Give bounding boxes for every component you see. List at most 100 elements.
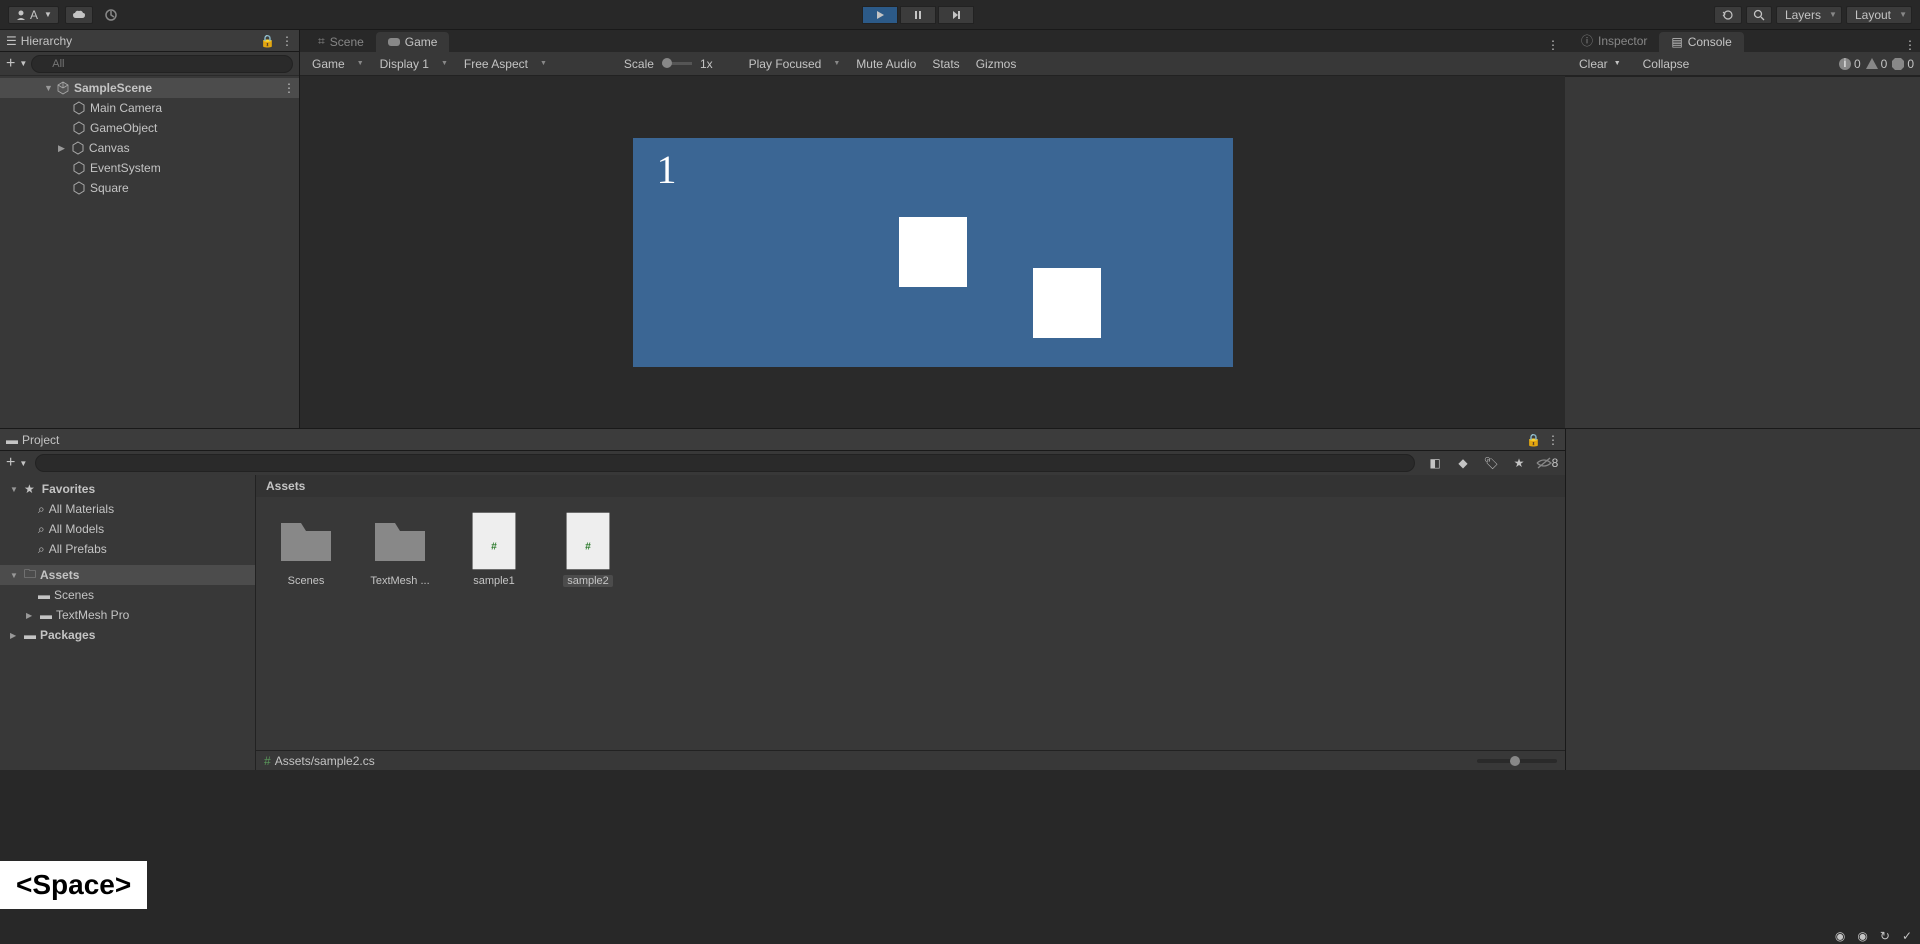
error-count[interactable]: 0 <box>1891 57 1914 71</box>
svg-text:i: i <box>1844 57 1847 70</box>
scale-label: Scale <box>616 55 662 73</box>
tab-inspector[interactable]: ⓘ Inspector <box>1569 29 1659 52</box>
aspect-dropdown[interactable]: Free Aspect <box>456 55 616 73</box>
search-by-type-icon[interactable]: ◧ <box>1423 454 1447 472</box>
step-button[interactable] <box>938 6 974 24</box>
status-icon-2[interactable]: ◉ <box>1857 929 1867 943</box>
right-panel-menu-icon[interactable]: ⋮ <box>1904 38 1916 52</box>
status-bar: ◉ ◉ ↻ ✓ <box>0 928 1920 944</box>
add-dropdown-icon[interactable]: ▼ <box>19 59 27 68</box>
main-toolbar: A ▼ Layers Layout <box>0 0 1920 30</box>
add-button[interactable]: + <box>6 55 15 73</box>
fav-all-prefabs[interactable]: ⌕All Prefabs <box>0 539 255 559</box>
undo-history-button[interactable] <box>1714 6 1742 24</box>
game-square-2 <box>1033 268 1101 338</box>
status-icon-3[interactable]: ↻ <box>1880 929 1890 943</box>
asset-sample2[interactable]: # sample2 <box>558 511 618 587</box>
project-search-input[interactable] <box>35 454 1415 472</box>
pause-button[interactable] <box>900 6 936 24</box>
scale-slider[interactable] <box>662 62 692 65</box>
hierarchy-item-main-camera[interactable]: Main Camera <box>0 98 299 118</box>
status-icon-1[interactable]: ◉ <box>1835 929 1845 943</box>
warning-count[interactable]: 0 <box>1865 57 1888 71</box>
project-lock-icon[interactable]: 🔒 <box>1526 433 1541 447</box>
script-icon: # <box>558 511 618 571</box>
project-add-button[interactable]: + <box>6 454 15 472</box>
favorite-icon[interactable]: ★ <box>1507 454 1531 472</box>
asset-sample1[interactable]: # sample1 <box>464 511 524 587</box>
project-add-dropdown-icon[interactable]: ▼ <box>19 459 27 468</box>
console-output[interactable] <box>1565 76 1920 428</box>
layers-dropdown[interactable]: Layers <box>1776 6 1842 24</box>
folder-icon: 🗀 <box>24 565 36 586</box>
favorites-folder[interactable]: ▼★Favorites <box>0 479 255 499</box>
display-dropdown[interactable]: Display 1 <box>372 55 456 73</box>
fav-all-materials[interactable]: ⌕All Materials <box>0 499 255 519</box>
right-lower-panel <box>1565 429 1920 770</box>
account-button[interactable]: A ▼ <box>8 6 59 24</box>
play-focused-dropdown[interactable]: Play Focused <box>741 55 849 73</box>
right-panel: ⓘ Inspector ▤ Console ⋮ Clear▼ Collapse … <box>1565 30 1920 428</box>
scenes-folder[interactable]: ▬Scenes <box>0 585 255 605</box>
tab-scene[interactable]: ⌗ Scene <box>306 31 376 52</box>
assets-folder[interactable]: ▼🗀Assets <box>0 565 255 585</box>
breadcrumb[interactable]: Assets <box>256 475 1565 497</box>
unity-icon <box>56 81 70 95</box>
search-by-label-icon[interactable]: ◆ <box>1451 454 1475 472</box>
search-tag-icon[interactable]: 🏷 <box>1479 454 1503 472</box>
textmeshpro-folder[interactable]: ▶▬TextMesh Pro <box>0 605 255 625</box>
svg-text:#: # <box>491 542 497 553</box>
project-panel: ▬ Project 🔒 ⋮ + ▼ ⌕ ◧ ◆ 🏷 ★ 8 ▼★Favorite… <box>0 429 1565 770</box>
scene-menu-icon[interactable]: ⋮ <box>1547 38 1559 52</box>
scale-value: 1x <box>692 55 721 73</box>
game-view[interactable]: 1 <box>300 76 1565 428</box>
project-tree: ▼★Favorites ⌕All Materials ⌕All Models ⌕… <box>0 475 256 770</box>
project-footer: # Assets/sample2.cs <box>256 750 1565 770</box>
search-button[interactable] <box>1746 6 1772 24</box>
scene-panel: ⌗ Scene Game ⋮ Game Display 1 Free Aspec… <box>300 30 1565 428</box>
project-menu-icon[interactable]: ⋮ <box>1547 433 1559 447</box>
game-counter-text: 1 <box>657 146 677 193</box>
project-title: Project <box>22 433 59 447</box>
hierarchy-menu-icon[interactable]: ⋮ <box>281 34 293 48</box>
script-small-icon: # <box>264 754 271 768</box>
collapse-toggle[interactable]: Collapse <box>1635 55 1698 73</box>
folder-icon: ▬ <box>40 608 52 622</box>
folder-icon: ▬ <box>38 588 50 602</box>
asset-grid: Scenes TextMesh ... # sample1 # sample2 <box>256 497 1565 750</box>
fav-all-models[interactable]: ⌕All Models <box>0 519 255 539</box>
hidden-packages-icon[interactable]: 8 <box>1535 454 1559 472</box>
hierarchy-scene-root[interactable]: ▼ SampleScene ⋮ <box>0 78 299 98</box>
hierarchy-panel: ☰ Hierarchy 🔒 ⋮ + ▼ ⌕ ▼ SampleScene ⋮ Ma… <box>0 30 300 428</box>
packages-folder[interactable]: ▶▬Packages <box>0 625 255 645</box>
hierarchy-item-gameobject[interactable]: GameObject <box>0 118 299 138</box>
layout-dropdown[interactable]: Layout <box>1846 6 1912 24</box>
stats-toggle[interactable]: Stats <box>924 55 967 73</box>
tab-game[interactable]: Game <box>376 32 450 52</box>
hierarchy-lock-icon[interactable]: 🔒 <box>260 34 275 48</box>
mute-audio-toggle[interactable]: Mute Audio <box>848 55 924 73</box>
hierarchy-item-canvas[interactable]: ▶ Canvas <box>0 138 299 158</box>
gizmos-toggle[interactable]: Gizmos <box>968 55 1025 73</box>
version-control-icon[interactable] <box>99 6 123 24</box>
selected-asset-path: Assets/sample2.cs <box>275 754 375 768</box>
hierarchy-search-input[interactable] <box>31 55 293 73</box>
tab-console[interactable]: ▤ Console <box>1659 32 1743 52</box>
hierarchy-item-eventsystem[interactable]: EventSystem <box>0 158 299 178</box>
account-label: A <box>30 8 38 22</box>
game-square-1 <box>899 217 967 287</box>
play-button[interactable] <box>862 6 898 24</box>
game-mode-dropdown[interactable]: Game <box>304 55 372 73</box>
status-icon-4[interactable]: ✓ <box>1902 929 1912 943</box>
search-icon: ⌕ <box>38 542 45 557</box>
cloud-button[interactable] <box>65 6 93 24</box>
hierarchy-item-square[interactable]: Square <box>0 178 299 198</box>
asset-textmesh[interactable]: TextMesh ... <box>370 511 430 587</box>
folder-icon <box>370 511 430 571</box>
info-count[interactable]: i0 <box>1838 57 1861 71</box>
asset-scenes[interactable]: Scenes <box>276 511 336 587</box>
clear-button[interactable]: Clear▼ <box>1571 55 1629 73</box>
grid-size-slider[interactable] <box>1477 759 1557 763</box>
scene-menu-icon[interactable]: ⋮ <box>283 81 295 95</box>
scene-tab-icon: ⌗ <box>318 34 325 49</box>
